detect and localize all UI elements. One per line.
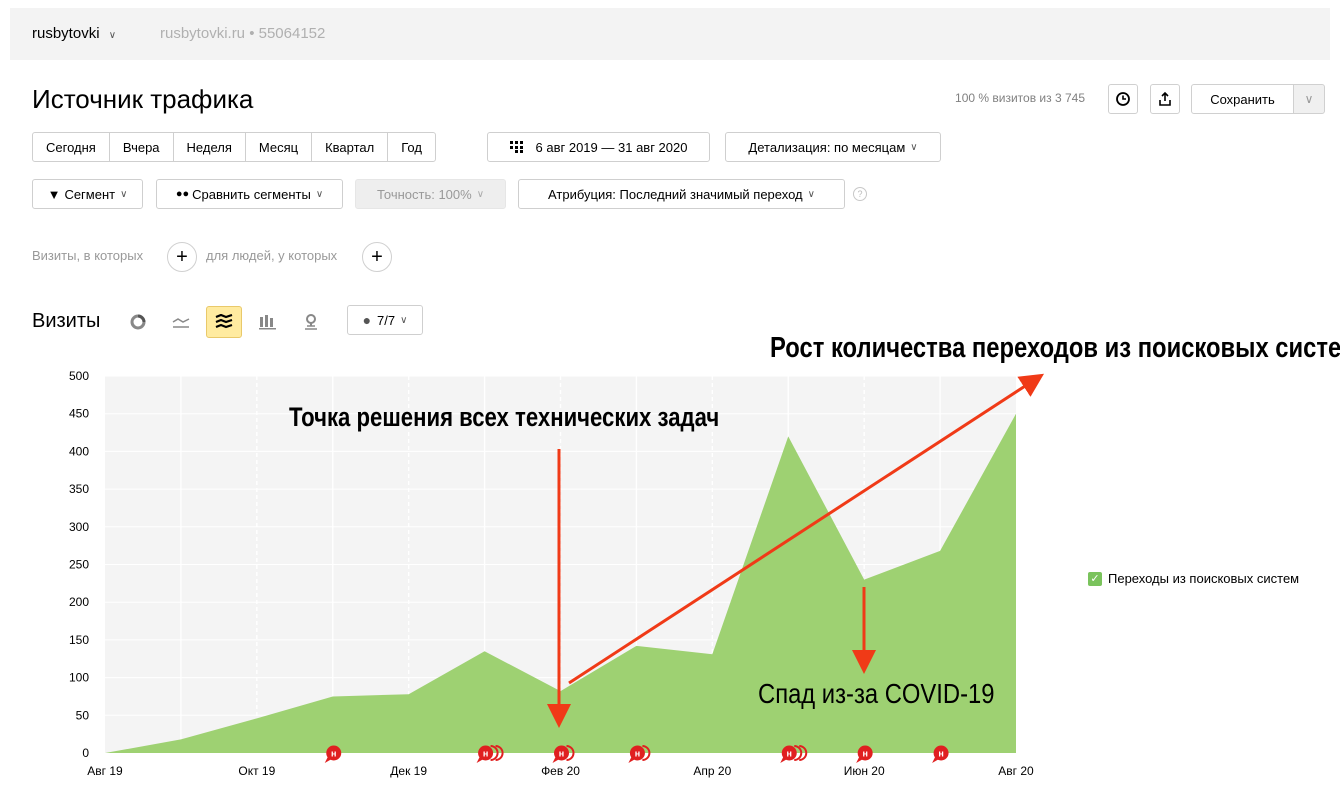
annotation-tech: Точка решения всех технических задач	[289, 402, 720, 432]
detail-select[interactable]: Детализация: по месяцам ∨	[725, 132, 941, 162]
plus-icon: +	[176, 245, 188, 268]
add-people-condition-button[interactable]: +	[362, 242, 392, 272]
period-today-button[interactable]: Сегодня	[32, 132, 110, 162]
y-tick-label: 350	[69, 482, 89, 496]
y-tick-label: 450	[69, 407, 89, 421]
compare-label: Сравнить сегменты	[192, 186, 311, 202]
x-tick-label: Июн 20	[844, 764, 885, 778]
note-marker-glyph: н	[862, 749, 867, 759]
x-tick-label: Авг 20	[998, 764, 1034, 778]
notes-button[interactable]: ● 7/7 ∨	[347, 305, 423, 335]
period-quarter-button[interactable]: Квартал	[311, 132, 389, 162]
chevron-down-icon: ∨	[400, 314, 408, 326]
share-icon	[1159, 91, 1171, 106]
segment-label: Сегмент	[64, 186, 116, 202]
history-button[interactable]	[1108, 84, 1138, 114]
map-chart-type-button[interactable]	[293, 306, 329, 338]
period-week-button[interactable]: Неделя	[172, 132, 246, 162]
pie-chart-icon	[130, 314, 146, 330]
segment-button[interactable]: ▼ Сегмент ∨	[32, 179, 143, 209]
period-yesterday-button[interactable]: Вчера	[108, 132, 174, 162]
comment-icon: ●	[362, 312, 372, 328]
note-marker-glyph: н	[331, 749, 336, 759]
attribution-select[interactable]: Атрибуция: Последний значимый переход ∨	[518, 179, 845, 209]
help-icon[interactable]: ?	[853, 187, 867, 201]
x-tick-label: Окт 19	[238, 764, 275, 778]
clock-icon	[1116, 92, 1130, 106]
y-tick-label: 200	[69, 595, 89, 609]
notes-label: 7/7	[377, 312, 396, 328]
x-tick-label: Авг 19	[87, 764, 123, 778]
detail-label: Детализация: по месяцам	[748, 139, 906, 155]
chevron-down-icon: ∨	[108, 30, 117, 41]
legend-series-label: Переходы из поисковых систем	[1108, 571, 1300, 586]
sample-info[interactable]: 100 % визитов из 3 745	[955, 91, 1085, 105]
annotation-growth: Рост количества переходов из поисковых с…	[770, 332, 1340, 364]
map-pin-icon	[305, 314, 317, 330]
drops-icon: ●●	[175, 188, 190, 200]
compare-segments-button[interactable]: ●● Сравнить сегменты ∨	[156, 179, 343, 209]
bar-chart-type-button[interactable]	[250, 306, 286, 338]
x-tick-label: Апр 20	[693, 764, 731, 778]
accuracy-select[interactable]: Точность: 100% ∨	[355, 179, 506, 209]
period-year-button[interactable]: Год	[387, 132, 436, 162]
save-dropdown-button[interactable]: ∨	[1293, 84, 1325, 114]
area-chart-icon	[215, 314, 233, 329]
checkbox-checked-icon[interactable]: ✓	[1088, 571, 1102, 586]
line-chart-icon	[172, 318, 190, 328]
chevron-down-icon: ∨	[476, 188, 485, 200]
note-marker-glyph: н	[483, 749, 488, 759]
y-tick-label: 150	[69, 633, 89, 647]
accuracy-label: Точность: 100%	[376, 186, 472, 202]
y-tick-label: 500	[69, 369, 89, 383]
counter-name: rusbytovki	[32, 25, 100, 42]
y-tick-label: 50	[76, 708, 90, 722]
area-chart-type-button[interactable]	[206, 306, 242, 338]
period-month-button[interactable]: Месяц	[244, 132, 313, 162]
filter-icon: ▼	[47, 186, 61, 202]
note-marker-glyph: н	[787, 749, 792, 759]
y-tick-label: 250	[69, 558, 89, 572]
note-marker-glyph: н	[938, 749, 943, 759]
page-title: Источник трафика	[32, 84, 254, 114]
counter-meta: rusbytovki.ru • 55064152	[160, 25, 326, 42]
chevron-down-icon: ∨	[315, 188, 324, 200]
save-button[interactable]: Сохранить	[1191, 84, 1294, 114]
export-button[interactable]	[1150, 84, 1180, 114]
top-bar: rusbytovki ∨ rusbytovki.ru • 55064152	[10, 8, 1330, 60]
attribution-label: Атрибуция: Последний значимый переход	[548, 186, 803, 202]
date-range-button[interactable]: 6 авг 2019 — 31 авг 2020	[487, 132, 710, 162]
chevron-down-icon: ∨	[910, 141, 918, 153]
chevron-down-icon: ∨	[1304, 92, 1314, 106]
plus-icon: +	[371, 245, 383, 268]
line-chart-type-button[interactable]	[163, 306, 199, 338]
bar-chart-icon	[259, 315, 276, 330]
y-tick-label: 0	[82, 746, 89, 760]
date-range-label: 6 авг 2019 — 31 авг 2020	[535, 139, 688, 155]
visits-condition-label: Визиты, в которых	[32, 248, 144, 263]
pie-chart-type-button[interactable]	[120, 306, 156, 338]
chart-legend[interactable]: ✓ Переходы из поисковых систем	[1088, 571, 1299, 586]
x-tick-label: Фев 20	[541, 764, 580, 778]
chevron-down-icon: ∨	[807, 188, 815, 200]
people-condition-label: для людей, у которых	[206, 248, 338, 263]
x-tick-label: Дек 19	[390, 764, 427, 778]
y-tick-label: 100	[69, 671, 89, 685]
note-marker-glyph: н	[559, 749, 564, 759]
chart-section-title: Визиты	[32, 310, 101, 332]
period-group: Сегодня Вчера Неделя Месяц Квартал Год	[32, 132, 436, 162]
annotation-covid: Спад из-за COVID-19	[758, 678, 995, 709]
note-marker-glyph: н	[635, 749, 640, 759]
add-visit-condition-button[interactable]: +	[167, 242, 197, 272]
counter-selector[interactable]: rusbytovki ∨	[32, 25, 116, 42]
y-tick-label: 400	[69, 444, 89, 458]
chevron-down-icon: ∨	[120, 188, 128, 200]
calendar-icon	[509, 141, 523, 153]
y-tick-label: 300	[69, 520, 89, 534]
